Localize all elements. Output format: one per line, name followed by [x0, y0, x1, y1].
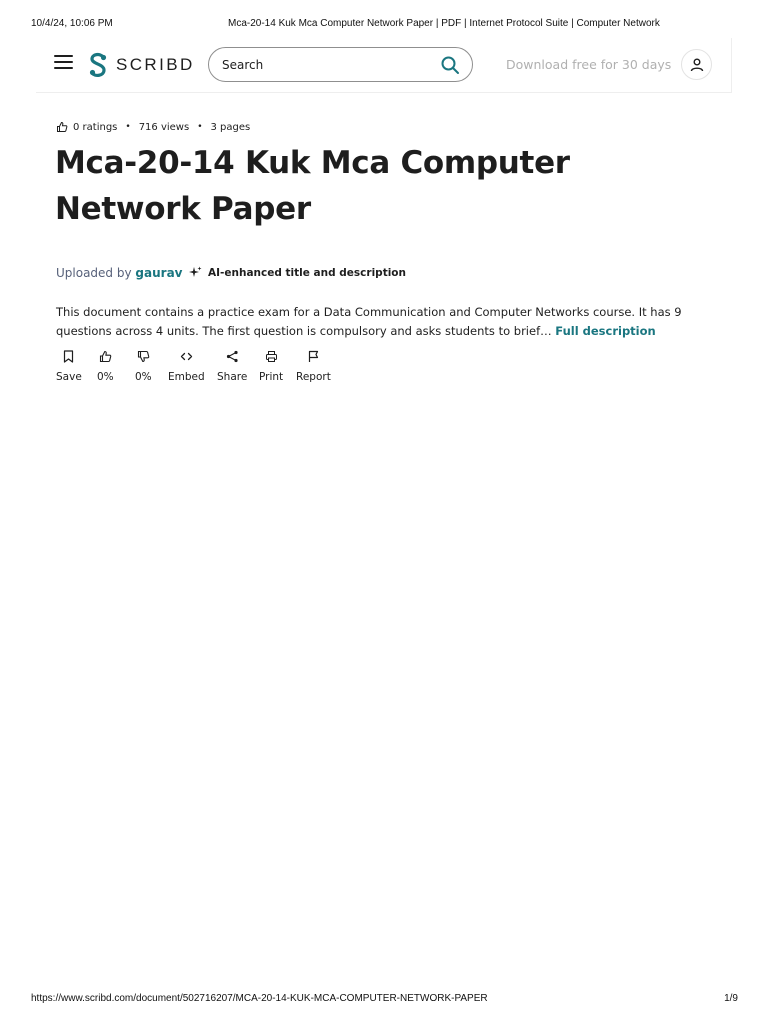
print-label: Print: [259, 371, 284, 383]
embed-label: Embed: [168, 371, 205, 383]
search-placeholder: Search: [222, 58, 264, 72]
full-description-link[interactable]: Full description: [555, 324, 655, 338]
print-button[interactable]: Print: [259, 350, 283, 383]
flag-icon: [308, 350, 319, 362]
uploaded-by-label: Uploaded by: [56, 266, 132, 280]
download-free-link[interactable]: Download free for 30 days: [506, 57, 671, 72]
print-page-title: Mca-20-14 Kuk Mca Computer Network Paper…: [228, 18, 660, 29]
top-navigation-bar: SCRIBD Search Download free for 30 days: [36, 38, 732, 93]
hamburger-menu-icon[interactable]: [54, 55, 73, 73]
user-account-button[interactable]: [681, 49, 712, 80]
scribd-logo[interactable]: SCRIBD: [88, 51, 195, 79]
print-header: 10/4/24, 10:06 PM Mca-20-14 Kuk Mca Comp…: [31, 18, 738, 32]
save-label: Save: [56, 371, 82, 383]
thumbs-up-icon: [99, 350, 112, 363]
ai-badge-label: AI-enhanced title and description: [208, 266, 406, 279]
thumbs-up-icon: [57, 121, 68, 132]
thumbs-up-button[interactable]: 0%: [97, 350, 114, 383]
scribd-logo-icon: [89, 52, 107, 77]
separator-dot: •: [197, 122, 203, 132]
print-datetime: 10/4/24, 10:06 PM: [31, 18, 113, 29]
ratings-count: 0 ratings: [73, 121, 118, 133]
user-icon: [690, 58, 704, 72]
search-input[interactable]: Search: [208, 47, 473, 82]
print-page-number: 1/9: [724, 993, 738, 1004]
embed-icon: [180, 352, 192, 361]
ai-enhanced-badge: AI-enhanced title and description: [189, 266, 406, 279]
thumbs-up-percent: 0%: [97, 371, 114, 383]
sparkle-icon: [189, 266, 202, 277]
save-button[interactable]: Save: [56, 350, 82, 383]
document-stats: 0 ratings • 716 views • 3 pages: [56, 121, 250, 133]
document-title: Mca-20-14 Kuk Mca Computer Network Paper: [55, 145, 570, 227]
uploaded-by: Uploaded by gaurav: [56, 266, 183, 280]
thumbs-down-percent: 0%: [135, 371, 152, 383]
report-button[interactable]: Report: [296, 350, 331, 383]
share-label: Share: [217, 371, 248, 383]
share-button[interactable]: Share: [217, 350, 247, 383]
embed-button[interactable]: Embed: [168, 350, 205, 383]
print-url: https://www.scribd.com/document/50271620…: [31, 993, 488, 1004]
thumbs-down-button[interactable]: 0%: [135, 350, 152, 383]
search-icon[interactable]: [440, 55, 460, 75]
report-label: Report: [296, 371, 331, 383]
uploader-link[interactable]: gaurav: [135, 266, 182, 280]
thumbs-down-icon: [137, 350, 150, 363]
views-count: 716 views: [138, 121, 190, 133]
logo-text: SCRIBD: [116, 55, 195, 74]
bookmark-icon: [64, 350, 74, 363]
separator-dot: •: [125, 122, 131, 132]
document-description: This document contains a practice exam f…: [56, 303, 696, 340]
print-footer: https://www.scribd.com/document/50271620…: [31, 993, 738, 1007]
pages-count: 3 pages: [210, 121, 251, 133]
print-icon: [265, 351, 277, 362]
share-icon: [226, 350, 238, 363]
